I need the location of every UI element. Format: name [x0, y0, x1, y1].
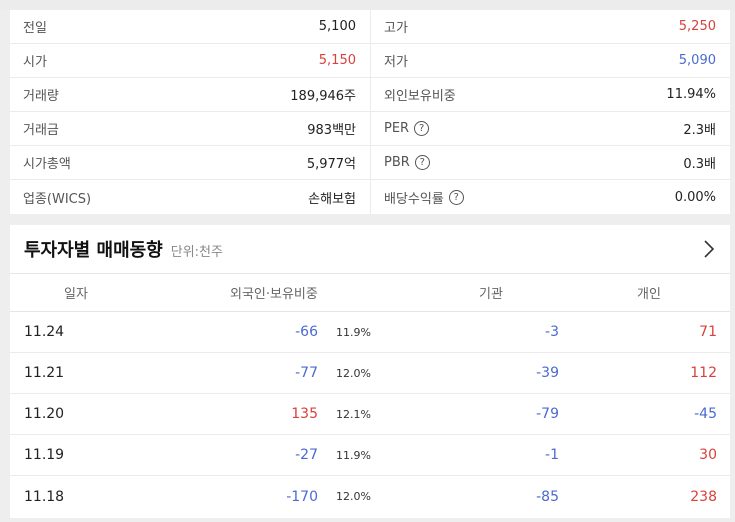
info-value: 5,100	[318, 19, 356, 34]
info-row-volume: 거래량 189,946주	[10, 78, 370, 112]
info-row-open: 시가 5,150	[10, 44, 370, 78]
info-label: 고가	[384, 21, 408, 36]
info-row-pbr: PBR ? 0.3배	[371, 146, 730, 180]
cell-foreign-ratio: 11.9%	[336, 448, 371, 462]
cell-foreign: -27	[295, 447, 318, 463]
col-institution: 기관	[479, 287, 503, 302]
cell-date: 11.19	[24, 447, 65, 463]
info-label: 거래금	[23, 123, 59, 138]
section-title: 투자자별 매매동향	[24, 240, 163, 261]
cell-foreign: 135	[291, 406, 318, 422]
info-row-prev-close: 전일 5,100	[10, 10, 370, 44]
info-label: 저가	[384, 55, 408, 70]
info-label: 업종(WICS)	[23, 191, 92, 207]
info-label-with-help: 배당수익률 ?	[384, 188, 464, 207]
trading-header: 투자자별 매매동향 단위:천주	[10, 225, 730, 274]
cell-foreign-ratio: 12.1%	[336, 407, 371, 421]
question-circle-icon[interactable]: ?	[414, 155, 430, 170]
investor-trading-card: 투자자별 매매동향 단위:천주 일자 외국인·보유비중 기관 개인 11.24 -…	[10, 225, 730, 518]
info-value: 0.00%	[674, 189, 716, 205]
col-individual: 개인	[637, 287, 661, 302]
info-row-trade-amount: 거래금 983백만	[10, 112, 370, 146]
cell-date: 11.24	[24, 324, 65, 340]
col-foreign: 외국인·보유비중	[230, 287, 318, 302]
info-label: 시가총액	[23, 157, 71, 172]
info-row-low: 저가 5,090	[371, 44, 730, 78]
cell-date: 11.20	[24, 406, 65, 422]
info-value: 2.3배	[683, 123, 716, 138]
cell-foreign-ratio: 12.0%	[336, 366, 371, 380]
info-label: 거래량	[23, 89, 59, 104]
info-label: 외인보유비중	[384, 89, 456, 104]
cell-foreign-ratio: 11.9%	[336, 325, 371, 339]
table-row: 11.21 -77 12.0% -39 112	[10, 353, 730, 394]
info-row-market-cap: 시가총액 5,977억	[10, 146, 370, 180]
info-column-left: 전일 5,100 시가 5,150 거래량 189,946주 거래금 983백만…	[10, 10, 370, 214]
cell-individual: 112	[690, 365, 717, 381]
table-row: 11.19 -27 11.9% -1 30	[10, 435, 730, 476]
cell-foreign: -66	[295, 324, 318, 340]
info-row-sector: 업종(WICS) 손해보험	[10, 180, 370, 214]
cell-institution: -3	[545, 324, 559, 340]
cell-foreign: -170	[286, 488, 318, 505]
cell-institution: -79	[536, 406, 559, 422]
info-value: 5,977억	[306, 157, 356, 172]
cell-individual: -45	[694, 406, 717, 422]
info-label-with-help: PER ?	[384, 121, 430, 136]
table-row: 11.24 -66 11.9% -3 71	[10, 312, 730, 353]
unit-label: 단위:천주	[170, 245, 223, 260]
chevron-right-icon[interactable]	[698, 237, 720, 261]
info-value: 189,946주	[290, 89, 356, 104]
info-value: 983백만	[307, 123, 356, 138]
info-value: 0.3배	[683, 157, 716, 172]
cell-institution: -85	[536, 488, 559, 505]
top-strip	[0, 0, 735, 10]
info-value: 5,150	[318, 53, 356, 68]
info-label-text: PBR	[384, 155, 410, 170]
table-header: 일자 외국인·보유비중 기관 개인	[10, 274, 730, 312]
cell-foreign-ratio: 12.0%	[336, 490, 371, 503]
info-row-high: 고가 5,250	[371, 10, 730, 44]
trading-rows: 11.24 -66 11.9% -3 71 11.21 -77 12.0% -39 112 11.2…	[10, 312, 730, 517]
info-value: 5,090	[678, 53, 716, 68]
stock-info-card: 전일 5,100 시가 5,150 거래량 189,946주 거래금 983백만…	[10, 10, 730, 214]
table-row: 11.20 135 12.1% -79 -45	[10, 394, 730, 435]
question-circle-icon[interactable]: ?	[414, 121, 430, 136]
cell-date: 11.21	[24, 365, 65, 381]
cell-date: 11.18	[24, 488, 65, 505]
cell-institution: -1	[545, 447, 559, 463]
col-date: 일자	[64, 287, 88, 302]
info-value: 11.94%	[666, 87, 716, 102]
info-label-text: PER	[384, 121, 410, 136]
question-circle-icon[interactable]: ?	[448, 189, 464, 205]
info-column-right: 고가 5,250 저가 5,090 외인보유비중 11.94% PER ? 2.…	[370, 10, 730, 214]
info-value: 5,250	[678, 19, 716, 34]
info-row-foreign-ratio: 외인보유비중 11.94%	[371, 78, 730, 112]
info-label: 전일	[23, 21, 47, 36]
info-row-per: PER ? 2.3배	[371, 112, 730, 146]
info-label-with-help: PBR ?	[384, 155, 430, 170]
cell-individual: 30	[699, 447, 717, 463]
info-row-dividend-yield: 배당수익률 ? 0.00%	[371, 180, 730, 214]
cell-foreign: -77	[295, 365, 318, 381]
table-row: 11.18 -170 12.0% -85 238	[10, 476, 730, 517]
cell-institution: -39	[536, 365, 559, 381]
cell-individual: 238	[690, 488, 717, 505]
cell-individual: 71	[699, 324, 717, 340]
info-label: 시가	[23, 55, 47, 70]
info-value: 손해보험	[308, 191, 356, 207]
info-label-text: 배당수익률	[384, 191, 444, 207]
